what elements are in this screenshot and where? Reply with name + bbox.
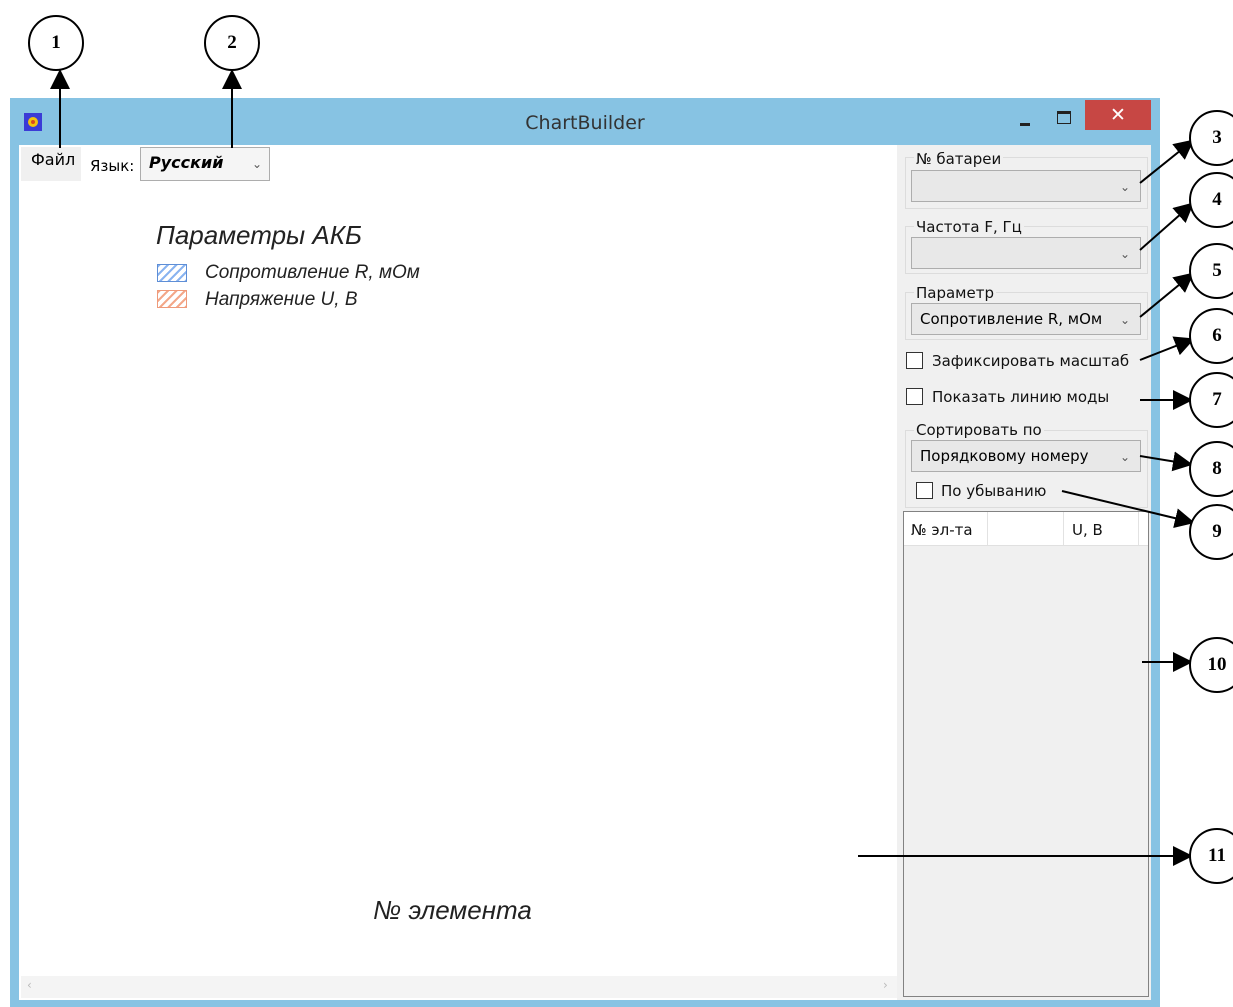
annotation-arrows: [50, 69, 1195, 866]
annotation-1: 1: [28, 15, 84, 71]
arrow-5: [1139, 272, 1195, 318]
arrow-8: [1139, 451, 1193, 472]
arrow-9: [1061, 490, 1195, 528]
arrow-4: [1139, 202, 1194, 251]
arrow-3: [1139, 139, 1195, 184]
arrow-6: [1139, 336, 1195, 361]
annotation-2: 2: [204, 15, 260, 71]
